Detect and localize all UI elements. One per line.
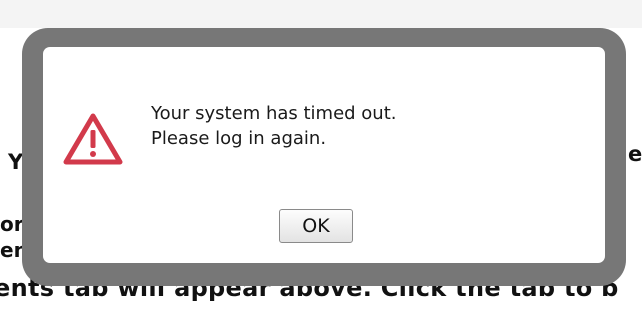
top-strip bbox=[0, 0, 642, 28]
timeout-dialog: Your system has timed out. Please log in… bbox=[22, 28, 626, 286]
background-text-fragment: or bbox=[0, 212, 24, 236]
page: Y or en e ents tab will appear above. Cl… bbox=[0, 0, 642, 324]
warning-icon bbox=[62, 112, 124, 166]
background-text-fragment: Y bbox=[8, 150, 24, 174]
background-text-fragment: e bbox=[628, 142, 642, 166]
message-line: Please log in again. bbox=[151, 128, 327, 149]
dialog-message: Your system has timed out. Please log in… bbox=[151, 101, 397, 151]
dialog-panel: Your system has timed out. Please log in… bbox=[43, 47, 605, 263]
message-line: Your system has timed out. bbox=[151, 103, 397, 124]
ok-button[interactable]: OK bbox=[279, 209, 353, 243]
